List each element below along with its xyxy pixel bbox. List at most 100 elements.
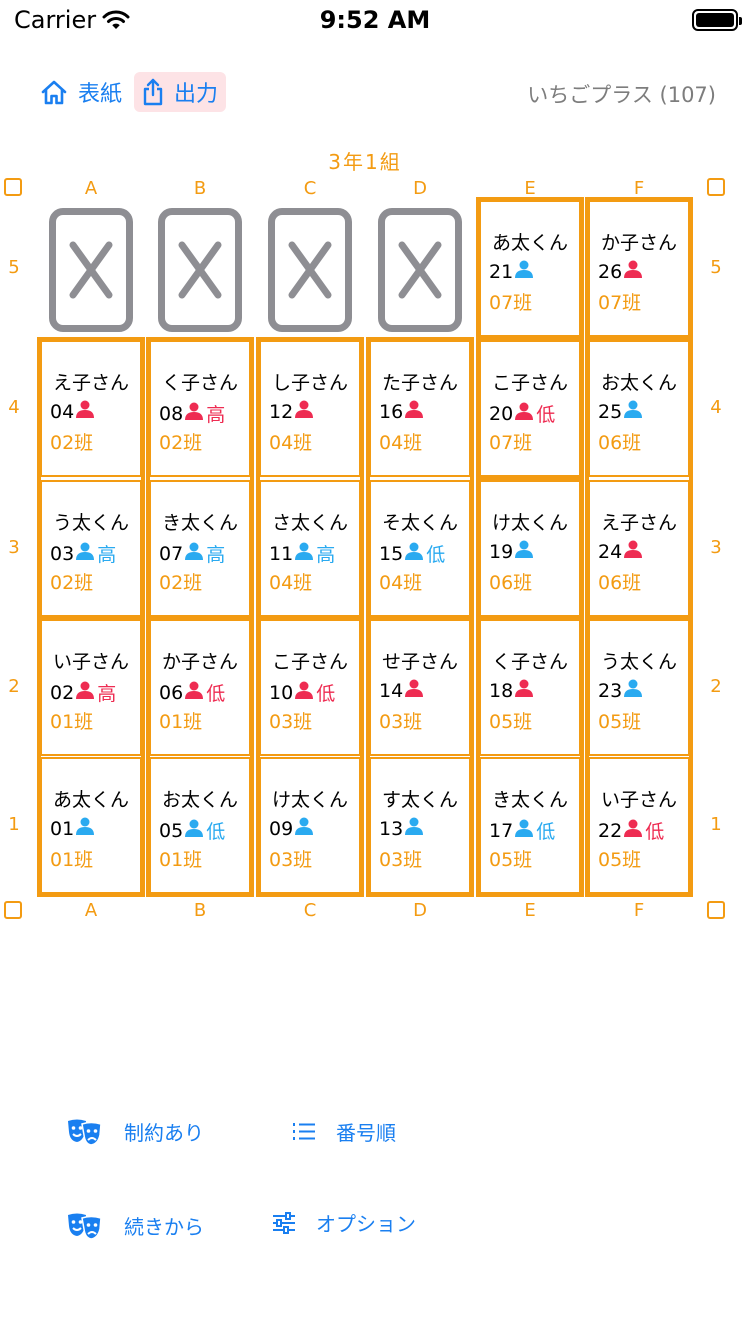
student-number: 02 <box>50 681 75 704</box>
student-number: 26 <box>598 260 623 283</box>
person-icon <box>514 260 534 283</box>
student-number-row: 09 <box>269 817 314 840</box>
group-label: 07班 <box>489 432 533 454</box>
corner-checkbox[interactable] <box>707 901 725 919</box>
column-label-bottom: B <box>193 900 207 921</box>
empty-seat[interactable] <box>49 208 133 332</box>
seat-card[interactable]: こ子さん 20 低 07班 <box>479 340 581 477</box>
person-icon <box>75 681 95 704</box>
group-label: 05班 <box>598 711 642 733</box>
person-icon <box>184 819 204 842</box>
seat-card[interactable]: う太くん 23 05班 <box>588 619 690 756</box>
seat-card[interactable]: い子さん 22 低 05班 <box>588 757 690 894</box>
student-number: 21 <box>489 260 514 283</box>
row-label-left: 4 <box>8 396 20 418</box>
seat-card[interactable]: い子さん 02 高 01班 <box>40 619 142 756</box>
person-icon <box>514 679 534 702</box>
column-label-bottom: E <box>524 900 536 921</box>
empty-seat[interactable] <box>268 208 352 332</box>
student-number: 07 <box>159 542 184 565</box>
group-label: 01班 <box>50 849 94 871</box>
student-name: き太くん <box>491 789 568 811</box>
x-mark-icon <box>69 241 113 299</box>
group-label: 01班 <box>159 849 203 871</box>
export-button[interactable]: 出力 <box>134 72 227 112</box>
constraint-label: 制約あり <box>124 1121 204 1145</box>
level-badge: 高 <box>206 544 226 566</box>
seat-card[interactable]: さ太くん 11 高 04班 <box>259 480 361 617</box>
seat-card[interactable]: せ子さん 14 03班 <box>369 619 471 756</box>
group-label: 02班 <box>159 432 203 454</box>
student-number: 06 <box>159 681 184 704</box>
student-number-row: 11 高 <box>269 540 335 567</box>
column-label-bottom: C <box>303 900 317 921</box>
seat-card[interactable]: し子さん 12 04班 <box>259 340 361 477</box>
student-name: き太くん <box>161 512 238 534</box>
level-badge: 高 <box>206 404 226 426</box>
student-name: そ太くん <box>381 512 458 534</box>
student-number-row: 26 <box>598 260 643 283</box>
column-label-bottom: F <box>633 900 645 921</box>
seat-card[interactable]: え子さん 24 06班 <box>588 480 690 617</box>
student-name: お太くん <box>600 372 677 394</box>
seat-card[interactable]: こ子さん 10 低 03班 <box>259 619 361 756</box>
continue-button[interactable]: 続きから <box>66 1211 204 1240</box>
row-label-right: 2 <box>710 675 722 697</box>
group-label: 03班 <box>379 849 423 871</box>
student-number: 22 <box>598 819 623 842</box>
home-button[interactable]: 表紙 <box>40 76 122 108</box>
share-icon <box>143 78 163 106</box>
student-number: 17 <box>489 819 514 842</box>
seat-card[interactable]: お太くん 25 06班 <box>588 340 690 477</box>
student-name: か子さん <box>161 651 238 673</box>
row-label-right: 1 <box>710 813 722 835</box>
seat-card[interactable]: き太くん 07 高 02班 <box>149 480 251 617</box>
number-order-button[interactable]: 番号順 <box>292 1117 396 1146</box>
student-number: 15 <box>379 542 404 565</box>
group-label: 04班 <box>379 432 423 454</box>
status-time: 9:52 AM <box>319 6 431 34</box>
group-label: 01班 <box>159 711 203 733</box>
seat-card[interactable]: あ太くん 01 01班 <box>40 757 142 894</box>
student-number-row: 24 <box>598 540 643 563</box>
student-name: た子さん <box>381 372 458 394</box>
empty-seat[interactable] <box>158 208 242 332</box>
seat-card[interactable]: た子さん 16 04班 <box>369 340 471 477</box>
student-name: あ太くん <box>491 232 568 254</box>
person-icon <box>623 819 643 842</box>
seat-card[interactable]: う太くん 03 高 02班 <box>40 480 142 617</box>
level-badge: 低 <box>645 821 665 843</box>
group-label: 02班 <box>50 572 94 594</box>
seat-card[interactable]: あ太くん 21 07班 <box>479 200 581 337</box>
seat-card[interactable]: く子さん 18 05班 <box>479 619 581 756</box>
corner-checkbox[interactable] <box>707 178 725 196</box>
level-badge: 低 <box>536 404 556 426</box>
seat-card[interactable]: か子さん 26 07班 <box>588 200 690 337</box>
person-icon <box>623 540 643 563</box>
seat-card[interactable]: え子さん 04 02班 <box>40 340 142 477</box>
seat-card[interactable]: す太くん 13 03班 <box>369 757 471 894</box>
person-icon <box>514 402 534 425</box>
seat-card[interactable]: け太くん 09 03班 <box>259 757 361 894</box>
corner-checkbox[interactable] <box>4 178 22 196</box>
corner-checkbox[interactable] <box>4 901 22 919</box>
empty-seat[interactable] <box>378 208 462 332</box>
class-title: 3年1組 <box>328 150 402 174</box>
seat-card[interactable]: そ太くん 15 低 04班 <box>369 480 471 617</box>
student-number: 18 <box>489 679 514 702</box>
column-label-top: E <box>524 178 536 199</box>
seat-card[interactable]: か子さん 06 低 01班 <box>149 619 251 756</box>
options-button[interactable]: オプション <box>272 1208 416 1237</box>
row-label-right: 5 <box>710 256 722 278</box>
row-label-right: 4 <box>710 396 722 418</box>
person-icon <box>75 400 95 423</box>
seat-card[interactable]: く子さん 08 高 02班 <box>149 340 251 477</box>
constraint-button[interactable]: 制約あり <box>66 1117 204 1146</box>
seat-card[interactable]: お太くん 05 低 01班 <box>149 757 251 894</box>
column-label-bottom: D <box>413 900 427 921</box>
continue-label: 続きから <box>124 1215 204 1239</box>
student-name: し子さん <box>271 372 348 394</box>
seat-card[interactable]: け太くん 19 06班 <box>479 480 581 617</box>
seat-card[interactable]: き太くん 17 低 05班 <box>479 757 581 894</box>
house-icon <box>41 80 67 105</box>
